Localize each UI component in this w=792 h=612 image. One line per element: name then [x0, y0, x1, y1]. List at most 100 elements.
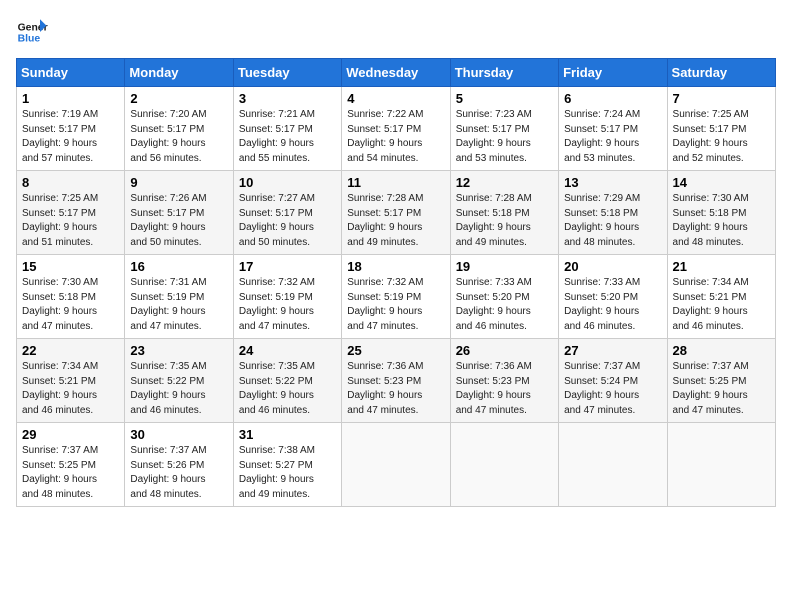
calendar-week-5: 29 Sunrise: 7:37 AMSunset: 5:25 PMDayligh… — [17, 423, 776, 507]
day-info: Sunrise: 7:28 AMSunset: 5:17 PMDaylight:… — [347, 192, 444, 250]
calendar-cell: 7 Sunrise: 7:25 AMSunset: 5:17 PMDaylight… — [667, 87, 775, 171]
day-number: 30 — [130, 427, 227, 442]
calendar-table: Sunday Monday Tuesday Wednesday Thursday… — [16, 58, 776, 507]
day-number: 20 — [564, 259, 661, 274]
calendar-cell: 4 Sunrise: 7:22 AMSunset: 5:17 PMDaylight… — [342, 87, 450, 171]
day-number: 31 — [239, 427, 336, 442]
day-info: Sunrise: 7:34 AMSunset: 5:21 PMDaylight:… — [673, 276, 770, 334]
day-number: 14 — [673, 175, 770, 190]
day-info: Sunrise: 7:33 AMSunset: 5:20 PMDaylight:… — [456, 276, 553, 334]
calendar-cell: 22 Sunrise: 7:34 AMSunset: 5:21 PMDayligh… — [17, 339, 125, 423]
calendar-cell: 1 Sunrise: 7:19 AMSunset: 5:17 PMDaylight… — [17, 87, 125, 171]
calendar-cell: 25 Sunrise: 7:36 AMSunset: 5:23 PMDayligh… — [342, 339, 450, 423]
day-number: 6 — [564, 91, 661, 106]
day-number: 12 — [456, 175, 553, 190]
day-number: 2 — [130, 91, 227, 106]
col-thursday: Thursday — [450, 59, 558, 87]
day-info: Sunrise: 7:37 AMSunset: 5:25 PMDaylight:… — [22, 444, 119, 502]
day-info: Sunrise: 7:35 AMSunset: 5:22 PMDaylight:… — [239, 360, 336, 418]
day-info: Sunrise: 7:21 AMSunset: 5:17 PMDaylight:… — [239, 108, 336, 166]
calendar-week-1: 1 Sunrise: 7:19 AMSunset: 5:17 PMDaylight… — [17, 87, 776, 171]
calendar-cell: 24 Sunrise: 7:35 AMSunset: 5:22 PMDayligh… — [233, 339, 341, 423]
day-number: 11 — [347, 175, 444, 190]
day-info: Sunrise: 7:34 AMSunset: 5:21 PMDaylight:… — [22, 360, 119, 418]
day-info: Sunrise: 7:30 AMSunset: 5:18 PMDaylight:… — [22, 276, 119, 334]
day-number: 27 — [564, 343, 661, 358]
day-info: Sunrise: 7:35 AMSunset: 5:22 PMDaylight:… — [130, 360, 227, 418]
day-number: 24 — [239, 343, 336, 358]
day-number: 16 — [130, 259, 227, 274]
calendar-cell: 2 Sunrise: 7:20 AMSunset: 5:17 PMDaylight… — [125, 87, 233, 171]
calendar-cell: 11 Sunrise: 7:28 AMSunset: 5:17 PMDayligh… — [342, 171, 450, 255]
day-info: Sunrise: 7:31 AMSunset: 5:19 PMDaylight:… — [130, 276, 227, 334]
calendar-body: 1 Sunrise: 7:19 AMSunset: 5:17 PMDaylight… — [17, 87, 776, 507]
day-info: Sunrise: 7:32 AMSunset: 5:19 PMDaylight:… — [347, 276, 444, 334]
calendar-cell — [559, 423, 667, 507]
day-info: Sunrise: 7:27 AMSunset: 5:17 PMDaylight:… — [239, 192, 336, 250]
day-info: Sunrise: 7:36 AMSunset: 5:23 PMDaylight:… — [456, 360, 553, 418]
day-number: 25 — [347, 343, 444, 358]
day-info: Sunrise: 7:26 AMSunset: 5:17 PMDaylight:… — [130, 192, 227, 250]
day-number: 3 — [239, 91, 336, 106]
day-info: Sunrise: 7:36 AMSunset: 5:23 PMDaylight:… — [347, 360, 444, 418]
day-number: 17 — [239, 259, 336, 274]
calendar-week-4: 22 Sunrise: 7:34 AMSunset: 5:21 PMDayligh… — [17, 339, 776, 423]
day-info: Sunrise: 7:22 AMSunset: 5:17 PMDaylight:… — [347, 108, 444, 166]
calendar-cell: 21 Sunrise: 7:34 AMSunset: 5:21 PMDayligh… — [667, 255, 775, 339]
day-info: Sunrise: 7:37 AMSunset: 5:26 PMDaylight:… — [130, 444, 227, 502]
calendar-cell: 19 Sunrise: 7:33 AMSunset: 5:20 PMDayligh… — [450, 255, 558, 339]
calendar-cell: 27 Sunrise: 7:37 AMSunset: 5:24 PMDayligh… — [559, 339, 667, 423]
calendar-cell: 12Sunrise: 7:28 AMSunset: 5:18 PMDayligh… — [450, 171, 558, 255]
calendar-cell: 8Sunrise: 7:25 AMSunset: 5:17 PMDaylight… — [17, 171, 125, 255]
day-info: Sunrise: 7:25 AMSunset: 5:17 PMDaylight:… — [673, 108, 770, 166]
day-info: Sunrise: 7:37 AMSunset: 5:25 PMDaylight:… — [673, 360, 770, 418]
calendar-cell: 29 Sunrise: 7:37 AMSunset: 5:25 PMDayligh… — [17, 423, 125, 507]
calendar-cell: 17Sunrise: 7:32 AMSunset: 5:19 PMDayligh… — [233, 255, 341, 339]
calendar-cell: 30 Sunrise: 7:37 AMSunset: 5:26 PMDayligh… — [125, 423, 233, 507]
calendar-cell — [667, 423, 775, 507]
day-info: Sunrise: 7:30 AMSunset: 5:18 PMDaylight:… — [673, 192, 770, 250]
day-info: Sunrise: 7:33 AMSunset: 5:20 PMDaylight:… — [564, 276, 661, 334]
calendar-cell: 14 Sunrise: 7:30 AMSunset: 5:18 PMDayligh… — [667, 171, 775, 255]
calendar-cell: 28Sunrise: 7:37 AMSunset: 5:25 PMDayligh… — [667, 339, 775, 423]
day-number: 18 — [347, 259, 444, 274]
calendar-cell: 23 Sunrise: 7:35 AMSunset: 5:22 PMDayligh… — [125, 339, 233, 423]
calendar-week-3: 15 Sunrise: 7:30 AMSunset: 5:18 PMDayligh… — [17, 255, 776, 339]
day-number: 26 — [456, 343, 553, 358]
col-sunday: Sunday — [17, 59, 125, 87]
calendar-cell: 26 Sunrise: 7:36 AMSunset: 5:23 PMDayligh… — [450, 339, 558, 423]
calendar-cell: 31 Sunrise: 7:38 AMSunset: 5:27 PMDayligh… — [233, 423, 341, 507]
calendar-cell: 5Sunrise: 7:23 AMSunset: 5:17 PMDaylight… — [450, 87, 558, 171]
calendar-cell: 18 Sunrise: 7:32 AMSunset: 5:19 PMDayligh… — [342, 255, 450, 339]
day-number: 15 — [22, 259, 119, 274]
day-number: 29 — [22, 427, 119, 442]
col-monday: Monday — [125, 59, 233, 87]
calendar-cell: 20 Sunrise: 7:33 AMSunset: 5:20 PMDayligh… — [559, 255, 667, 339]
day-number: 23 — [130, 343, 227, 358]
day-info: Sunrise: 7:38 AMSunset: 5:27 PMDaylight:… — [239, 444, 336, 502]
calendar-cell: 15 Sunrise: 7:30 AMSunset: 5:18 PMDayligh… — [17, 255, 125, 339]
day-number: 4 — [347, 91, 444, 106]
calendar-cell: 10 Sunrise: 7:27 AMSunset: 5:17 PMDayligh… — [233, 171, 341, 255]
day-number: 10 — [239, 175, 336, 190]
day-info: Sunrise: 7:25 AMSunset: 5:17 PMDaylight:… — [22, 192, 119, 250]
day-number: 13 — [564, 175, 661, 190]
calendar-cell: 6 Sunrise: 7:24 AMSunset: 5:17 PMDaylight… — [559, 87, 667, 171]
day-info: Sunrise: 7:20 AMSunset: 5:17 PMDaylight:… — [130, 108, 227, 166]
col-tuesday: Tuesday — [233, 59, 341, 87]
day-number: 9 — [130, 175, 227, 190]
day-number: 22 — [22, 343, 119, 358]
day-number: 19 — [456, 259, 553, 274]
day-info: Sunrise: 7:19 AMSunset: 5:17 PMDaylight:… — [22, 108, 119, 166]
day-info: Sunrise: 7:29 AMSunset: 5:18 PMDaylight:… — [564, 192, 661, 250]
day-info: Sunrise: 7:24 AMSunset: 5:17 PMDaylight:… — [564, 108, 661, 166]
day-number: 21 — [673, 259, 770, 274]
day-number: 7 — [673, 91, 770, 106]
day-info: Sunrise: 7:23 AMSunset: 5:17 PMDaylight:… — [456, 108, 553, 166]
day-info: Sunrise: 7:37 AMSunset: 5:24 PMDaylight:… — [564, 360, 661, 418]
calendar-cell — [342, 423, 450, 507]
calendar-cell: 13 Sunrise: 7:29 AMSunset: 5:18 PMDayligh… — [559, 171, 667, 255]
calendar-cell: 16 Sunrise: 7:31 AMSunset: 5:19 PMDayligh… — [125, 255, 233, 339]
day-number: 1 — [22, 91, 119, 106]
logo: General Blue — [16, 16, 48, 48]
